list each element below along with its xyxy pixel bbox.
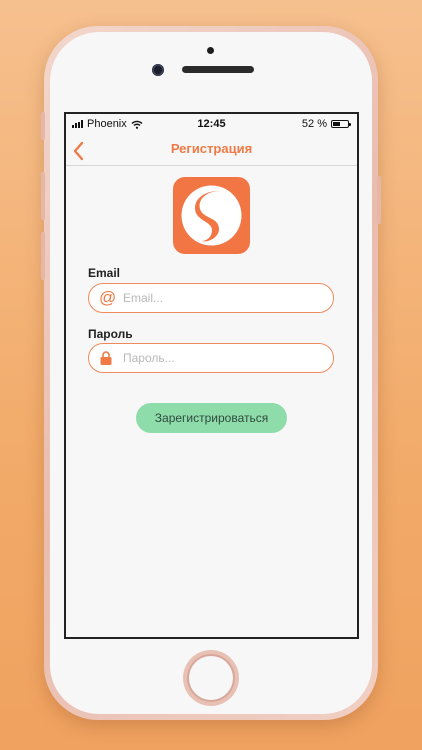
status-right: 52 % <box>301 118 351 130</box>
register-button[interactable]: Зарегистрироваться <box>136 403 287 433</box>
password-label: Пароль <box>88 327 133 341</box>
power-button <box>377 176 381 224</box>
earpiece-speaker <box>182 66 254 73</box>
email-input[interactable] <box>123 289 323 307</box>
side-button <box>41 112 45 140</box>
email-label: Email <box>88 266 121 280</box>
lock-icon <box>100 351 112 365</box>
app-logo <box>173 177 250 254</box>
battery-fill <box>333 122 341 126</box>
proximity-sensor <box>207 47 214 54</box>
s-logo-icon <box>181 185 242 246</box>
battery-percentage: 52 % <box>301 118 327 130</box>
volume-down-button <box>41 232 45 280</box>
battery-icon <box>331 120 351 128</box>
at-icon: @ <box>99 288 117 307</box>
navigation-bar: Регистрация <box>66 134 357 166</box>
password-input[interactable] <box>123 349 323 367</box>
home-button[interactable] <box>189 656 233 700</box>
email-field[interactable]: @ <box>88 283 334 313</box>
front-camera-icon <box>152 64 164 76</box>
password-field[interactable] <box>88 343 334 373</box>
page-title: Регистрация <box>170 141 253 156</box>
status-bar: Phoenix 12:45 52 % <box>66 114 357 134</box>
volume-up-button <box>41 172 45 220</box>
app-screen: Phoenix 12:45 52 % Регистрация Email @ E… <box>64 112 359 639</box>
